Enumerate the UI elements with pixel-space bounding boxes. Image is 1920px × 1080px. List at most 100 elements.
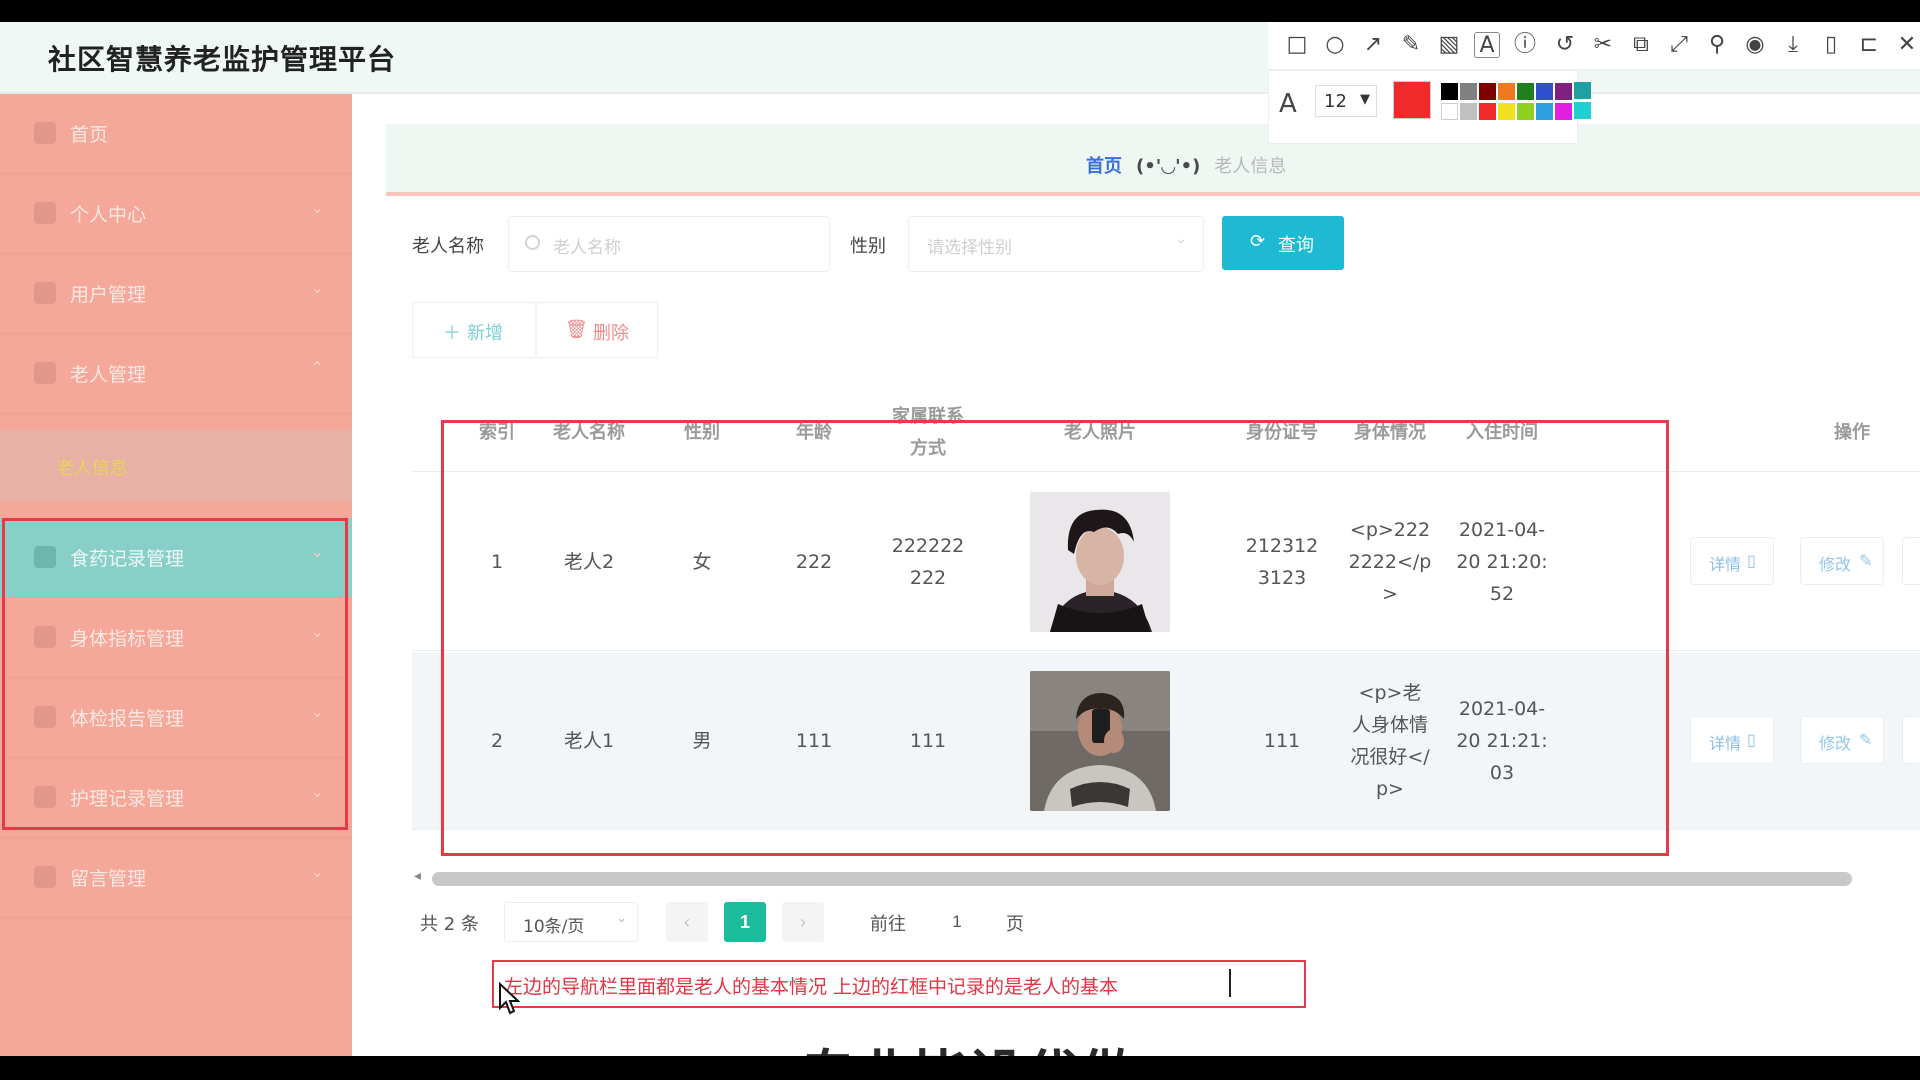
goto-page-input[interactable] (922, 902, 992, 942)
text-tool-icon[interactable]: A (1474, 32, 1500, 58)
chevron-down-icon: ⌄ (310, 278, 324, 297)
delete-button[interactable]: 🗑 删除 (536, 302, 658, 358)
scissors-icon[interactable]: ✂ (1590, 32, 1616, 58)
mosaic-tool-icon[interactable]: ▧ (1436, 32, 1462, 58)
page-number-button[interactable]: 1 (724, 902, 766, 942)
pagination-total: 共 2 条 (420, 914, 479, 935)
download-icon[interactable]: ⤓ (1780, 32, 1806, 58)
edit-button-label: 修改 (1819, 557, 1852, 574)
delete-row-button[interactable] (1902, 537, 1920, 585)
color-swatch[interactable] (1498, 103, 1515, 120)
prev-page-button[interactable]: ‹ (666, 902, 708, 942)
cell-checkin-time: 2021-04-20 21:20:52 (1456, 519, 1548, 605)
color-swatch[interactable] (1555, 83, 1572, 100)
color-swatch[interactable] (1479, 83, 1496, 100)
gender-select[interactable]: 请选择性别 ⌄ (908, 216, 1204, 272)
cell-photo (970, 473, 1230, 651)
cell-id-number: 111 (1263, 730, 1301, 752)
active-color-swatch[interactable] (1393, 81, 1431, 119)
expand-icon[interactable]: ⤢ (1666, 32, 1692, 58)
close-icon[interactable]: ✕ (1894, 32, 1920, 58)
pen-tool-icon[interactable]: ✎ (1398, 32, 1424, 58)
add-button[interactable]: ＋ 新增 (412, 302, 536, 358)
sidebar-item-meal-medicine[interactable]: 食药记录管理 ⌄ (0, 518, 352, 598)
sidebar-subitem-elder-info[interactable]: 老人信息 (0, 430, 352, 502)
edit-button[interactable]: 修改 ✎ (1800, 537, 1884, 585)
save-icon[interactable]: ▯ (1818, 32, 1844, 58)
plus-icon: ＋ (443, 323, 461, 343)
sidebar-item-body-metrics[interactable]: 身体指标管理 ⌄ (0, 598, 352, 678)
record-icon[interactable]: ◉ (1742, 32, 1768, 58)
color-swatch[interactable] (1441, 103, 1458, 120)
scroll-left-icon[interactable]: ◂ (414, 868, 421, 884)
sidebar-item-label: 个人中心 (70, 204, 147, 226)
annotation-text-box[interactable]: 左边的导航栏里面都是老人的基本情况 上边的红框中记录的是老人的基本 (492, 960, 1306, 1008)
cell-name: 老人1 (563, 730, 615, 752)
sidebar-item-elders[interactable]: 老人管理 ⌃ (0, 334, 352, 414)
cell-health: <p>老人身体情况很好</p> (1350, 682, 1430, 800)
translate-icon[interactable]: ⧉ (1628, 32, 1654, 58)
annotation-toolbar: □ ○ ↗ ✎ ▧ A ⓘ ↺ ✂ ⧉ ⤢ ⚲ ◉ ⤓ ▯ ⊏ ✕ (1268, 22, 1920, 70)
cell-gender: 女 (692, 551, 712, 573)
sidebar-item-users[interactable]: 用户管理 ⌄ (0, 254, 352, 334)
gender-select-placeholder: 请选择性别 (927, 238, 1012, 258)
chevron-down-icon: ⌄ (1175, 231, 1187, 247)
number-tool-icon[interactable]: ⓘ (1512, 32, 1538, 58)
mouse-pointer-icon (499, 982, 521, 1015)
color-swatch[interactable] (1574, 102, 1591, 119)
sidebar-item-label: 老人信息 (56, 458, 128, 479)
color-swatch[interactable] (1498, 83, 1515, 100)
undo-icon[interactable]: ↺ (1552, 32, 1578, 58)
sidebar-item-profile[interactable]: 个人中心 ⌄ (0, 174, 352, 254)
table-row: 1 老人2 女 222 222222222 2123123123 <p>2222… (412, 473, 1920, 651)
sidebar-item-checkup[interactable]: 体检报告管理 ⌄ (0, 678, 352, 758)
color-swatch[interactable] (1517, 103, 1534, 120)
circle-tool-icon[interactable]: ○ (1322, 32, 1348, 58)
detail-button[interactable]: 详情 ▯ (1690, 716, 1774, 764)
pin-icon[interactable]: ⚲ (1704, 32, 1730, 58)
message-icon (34, 866, 56, 888)
color-swatch[interactable] (1460, 83, 1477, 100)
color-swatch[interactable] (1479, 103, 1496, 120)
next-page-button[interactable]: › (782, 902, 824, 942)
chevron-down-icon: ⌄ (310, 782, 324, 801)
elder-photo (1030, 671, 1170, 811)
sidebar-item-label: 用户管理 (70, 284, 147, 306)
arrow-tool-icon[interactable]: ↗ (1360, 32, 1386, 58)
color-swatch[interactable] (1441, 83, 1458, 100)
query-button[interactable]: ⟳ 查询 (1222, 216, 1344, 270)
search-icon (525, 235, 540, 250)
delete-row-button[interactable] (1902, 716, 1920, 764)
edit-icon: ✎ (1859, 732, 1873, 749)
sidebar-item-messages[interactable]: 留言管理 ⌄ (0, 838, 352, 918)
color-swatch[interactable] (1517, 83, 1534, 100)
cell-age: 222 (795, 551, 833, 573)
edit-button[interactable]: 修改 ✎ (1800, 716, 1884, 764)
sidebar-item-label: 老人管理 (70, 364, 147, 386)
color-swatch[interactable] (1555, 103, 1572, 120)
name-search-input[interactable]: 老人名称 (508, 216, 830, 272)
page-size-select[interactable]: 10条/页 ⌄ (504, 902, 638, 942)
color-swatch[interactable] (1574, 82, 1591, 99)
scrollbar-thumb[interactable] (432, 872, 1852, 886)
breadcrumb: 首页 (•'◡'•) 老人信息 (1086, 152, 1286, 178)
name-search-placeholder: 老人名称 (553, 238, 621, 258)
font-size-select[interactable]: 12 ▼ (1315, 85, 1377, 117)
bookmark-icon[interactable]: ⊏ (1856, 32, 1882, 58)
detail-button[interactable]: 详情 ▯ (1690, 537, 1774, 585)
column-header-contact: 家属联系方式 (892, 406, 964, 459)
cell-age: 111 (795, 730, 833, 752)
table-horizontal-scrollbar[interactable]: ◂ (412, 868, 1920, 888)
sidebar-item-home[interactable]: 首页 (0, 94, 352, 174)
home-icon (34, 122, 56, 144)
document-icon: ▯ (1747, 553, 1756, 570)
watermark-banner: 专业毕设代做 (800, 1032, 1136, 1056)
color-swatch[interactable] (1536, 103, 1553, 120)
color-swatch[interactable] (1460, 103, 1477, 120)
color-swatch[interactable] (1536, 83, 1553, 100)
sidebar-item-nursing[interactable]: 护理记录管理 ⌄ (0, 758, 352, 838)
rectangle-tool-icon[interactable]: □ (1284, 32, 1310, 58)
goto-label: 前往 (870, 914, 906, 935)
breadcrumb-home[interactable]: 首页 (1086, 156, 1122, 177)
cell-name: 老人2 (563, 551, 615, 573)
